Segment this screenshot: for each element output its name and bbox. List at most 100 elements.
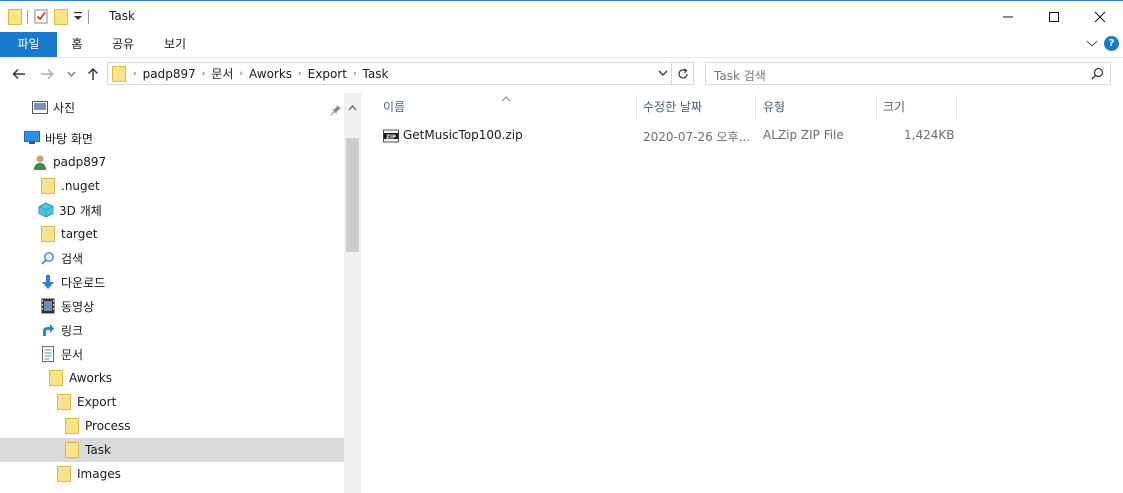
file-modified: 2020-07-26 오후...: [643, 130, 751, 144]
chevron-down-icon: [658, 70, 668, 76]
sidebar-item-label: padp897: [53, 155, 107, 169]
svg-text:ZIP: ZIP: [386, 134, 396, 140]
sidebar-item-downloads[interactable]: 다운로드: [0, 270, 344, 294]
tab-view[interactable]: 보기: [158, 32, 192, 57]
breadcrumb-task[interactable]: Task: [358, 67, 394, 81]
sidebar-item-task[interactable]: Task: [0, 438, 344, 462]
sidebar-item-label: 링크: [61, 323, 84, 338]
sidebar-item-searches[interactable]: 검색: [0, 246, 344, 270]
folder-icon: [40, 226, 56, 242]
sidebar-item-label: Images: [77, 467, 121, 481]
search-input[interactable]: Task 검색: [714, 67, 766, 84]
chevron-down-icon: [1086, 40, 1098, 47]
column-header-modified[interactable]: 수정한 날짜: [643, 93, 753, 121]
folder-icon: [56, 394, 72, 410]
sidebar-item-label: 다운로드: [61, 275, 106, 290]
folder-icon: [64, 442, 80, 458]
sidebar-item-links[interactable]: 링크: [0, 318, 344, 342]
sidebar-item-label: 바탕 화면: [45, 131, 93, 146]
tab-share[interactable]: 공유: [106, 32, 140, 57]
column-header-name-label: 이름: [383, 100, 406, 114]
close-button[interactable]: [1077, 1, 1123, 32]
toolbar-separator: [27, 10, 28, 24]
sidebar-item-videos[interactable]: 동영상: [0, 294, 344, 318]
scroll-up-icon[interactable]: [348, 100, 357, 114]
sidebar-item-images[interactable]: Images: [0, 462, 344, 486]
expand-ribbon-button[interactable]: [1086, 37, 1098, 51]
scrollbar-thumb[interactable]: [346, 138, 359, 252]
recent-locations-button[interactable]: [62, 65, 80, 83]
file-name[interactable]: GetMusicTop100.zip: [403, 128, 523, 142]
breadcrumb-documents[interactable]: 문서: [206, 65, 238, 82]
properties-icon[interactable]: [33, 8, 49, 27]
folder-icon[interactable]: [8, 9, 22, 25]
column-divider[interactable]: [956, 95, 957, 119]
document-icon: [40, 346, 56, 362]
table-row[interactable]: ZIP GetMusicTop100.zip 2020-07-26 오후... …: [377, 125, 957, 147]
tab-home[interactable]: 홈: [62, 32, 92, 57]
column-divider[interactable]: [636, 95, 637, 119]
sidebar-item-target[interactable]: target: [0, 222, 344, 246]
video-icon: [40, 298, 56, 314]
search-box[interactable]: Task 검색: [705, 62, 1111, 85]
up-button[interactable]: [84, 65, 102, 83]
refresh-button[interactable]: [672, 62, 694, 85]
customize-toolbar-icon[interactable]: [73, 10, 83, 25]
address-dropdown-button[interactable]: [657, 66, 669, 83]
sidebar-item-label: Aworks: [69, 371, 113, 385]
file-type: ALZip ZIP File: [763, 128, 844, 142]
sidebar-item-user[interactable]: padp897: [0, 150, 344, 174]
column-header-size[interactable]: 크기: [883, 93, 953, 121]
column-divider[interactable]: [755, 95, 756, 119]
user-icon: [32, 154, 48, 170]
sidebar-scrollbar[interactable]: [344, 93, 361, 493]
new-folder-icon[interactable]: [54, 9, 68, 25]
sidebar-item-export[interactable]: Export: [0, 390, 344, 414]
sidebar-item-label: .nuget: [61, 179, 100, 193]
minimize-button[interactable]: [985, 1, 1031, 32]
folder-icon: [48, 370, 64, 386]
breadcrumb-export[interactable]: Export: [303, 67, 352, 81]
window-controls: [985, 1, 1123, 32]
sidebar-item-3d-objects[interactable]: 3D 개체: [0, 198, 344, 222]
sidebar-item-nuget[interactable]: .nuget: [0, 174, 344, 198]
sidebar-item-label: 검색: [61, 251, 84, 266]
file-list: 이름 수정한 날짜 유형 크기 ZIP GetMusicTop100.zip 2…: [361, 93, 1123, 493]
column-divider[interactable]: [876, 95, 877, 119]
maximize-button[interactable]: [1031, 1, 1077, 32]
arrow-up-icon: [88, 68, 98, 80]
sidebar-item-label: 동영상: [61, 299, 95, 314]
navigation-pane: 사진 바탕 화면 padp897 .nuget 3D 개체 target 검색 …: [0, 93, 344, 493]
ribbon-tabs: 파일 홈 공유 보기 ?: [0, 32, 1123, 58]
breadcrumb-aworks[interactable]: Aworks: [244, 67, 297, 81]
search-icon[interactable]: [1091, 67, 1104, 83]
sidebar-item-documents[interactable]: 문서: [0, 342, 344, 366]
help-icon[interactable]: ?: [1104, 36, 1119, 51]
toolbar-separator: [88, 10, 89, 24]
back-button[interactable]: [10, 65, 28, 83]
address-bar[interactable]: › padp897 › 문서 › Aworks › Export › Task: [107, 62, 672, 85]
quick-access-toolbar: [8, 7, 89, 27]
sidebar-item-process[interactable]: Process: [0, 414, 344, 438]
picture-icon: [32, 99, 48, 115]
sidebar-item-label: Process: [85, 419, 131, 433]
breadcrumb-padp897[interactable]: padp897: [138, 67, 201, 81]
sidebar-item-label: Task: [85, 443, 111, 457]
desktop-icon: [24, 130, 40, 146]
title-bar: Task: [0, 0, 1123, 32]
forward-button[interactable]: [38, 65, 56, 83]
3d-objects-icon: [38, 202, 54, 218]
minimize-icon: [1003, 16, 1013, 17]
refresh-icon: [677, 67, 688, 78]
column-header-size-label: 크기: [883, 100, 906, 114]
sidebar-item-aworks[interactable]: Aworks: [0, 366, 344, 390]
sidebar-item-label: 사진: [53, 100, 76, 115]
window-title: Task: [109, 9, 135, 23]
tab-file[interactable]: 파일: [0, 32, 57, 57]
pin-icon[interactable]: [330, 104, 342, 119]
sidebar-item-desktop[interactable]: 바탕 화면: [0, 126, 344, 150]
column-header-modified-label: 수정한 날짜: [643, 100, 703, 114]
sort-ascending-icon: [501, 91, 511, 105]
sidebar-item-pictures[interactable]: 사진: [0, 95, 344, 119]
column-header-type[interactable]: 유형: [763, 93, 873, 121]
